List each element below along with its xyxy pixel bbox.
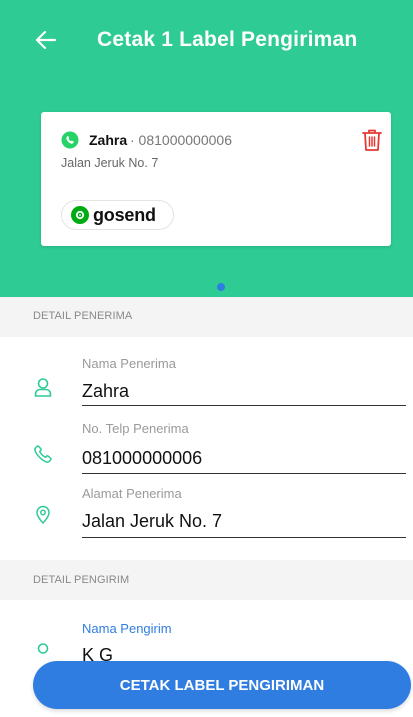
- location-pin-icon: [36, 505, 50, 524]
- arrow-left-icon: [36, 31, 56, 49]
- receiver-phone-underline: [82, 473, 406, 474]
- receiver-name-input[interactable]: Zahra: [82, 381, 129, 402]
- trash-icon: [362, 129, 382, 151]
- print-label-button[interactable]: CETAK LABEL PENGIRIMAN: [33, 661, 411, 709]
- receiver-address-label: Alamat Penerima: [82, 486, 182, 501]
- recipient-phone: · 081000000006: [130, 132, 232, 148]
- header-panel: Cetak 1 Label Pengiriman Zahra · 0810000…: [0, 0, 413, 297]
- carousel-indicator-dot: [217, 283, 225, 291]
- recipient-name: Zahra: [89, 132, 128, 148]
- recipient-address: Jalan Jeruk No. 7: [61, 156, 159, 170]
- receiver-section-title: DETAIL PENERIMA: [33, 310, 133, 322]
- receiver-phone-input[interactable]: 081000000006: [82, 448, 202, 469]
- label-preview-card[interactable]: Zahra · 081000000006 Jalan Jeruk No. 7 g…: [41, 112, 391, 246]
- gosend-logo-icon: [71, 206, 89, 224]
- person-icon: [34, 378, 52, 397]
- courier-badge: gosend: [61, 200, 174, 230]
- sender-name-label: Nama Pengirim: [82, 621, 172, 636]
- phone-icon: [34, 445, 52, 463]
- receiver-address-underline: [82, 537, 406, 538]
- courier-name: gosend: [93, 204, 156, 225]
- delete-label-button[interactable]: [361, 128, 383, 152]
- receiver-address-input[interactable]: Jalan Jeruk No. 7: [82, 511, 222, 532]
- person-icon: [37, 643, 49, 654]
- receiver-phone-label: No. Telp Penerima: [82, 421, 189, 436]
- app-bar: Cetak 1 Label Pengiriman: [0, 0, 413, 80]
- receiver-name-underline: [82, 405, 406, 406]
- page-title: Cetak 1 Label Pengiriman: [97, 28, 358, 51]
- whatsapp-icon: [61, 131, 79, 149]
- back-button[interactable]: [30, 24, 62, 56]
- sender-section-title: DETAIL PENGIRIM: [33, 574, 130, 586]
- sender-section-header: DETAIL PENGIRIM: [0, 560, 413, 600]
- receiver-section-header: DETAIL PENERIMA: [0, 297, 413, 337]
- receiver-name-label: Nama Penerima: [82, 356, 176, 371]
